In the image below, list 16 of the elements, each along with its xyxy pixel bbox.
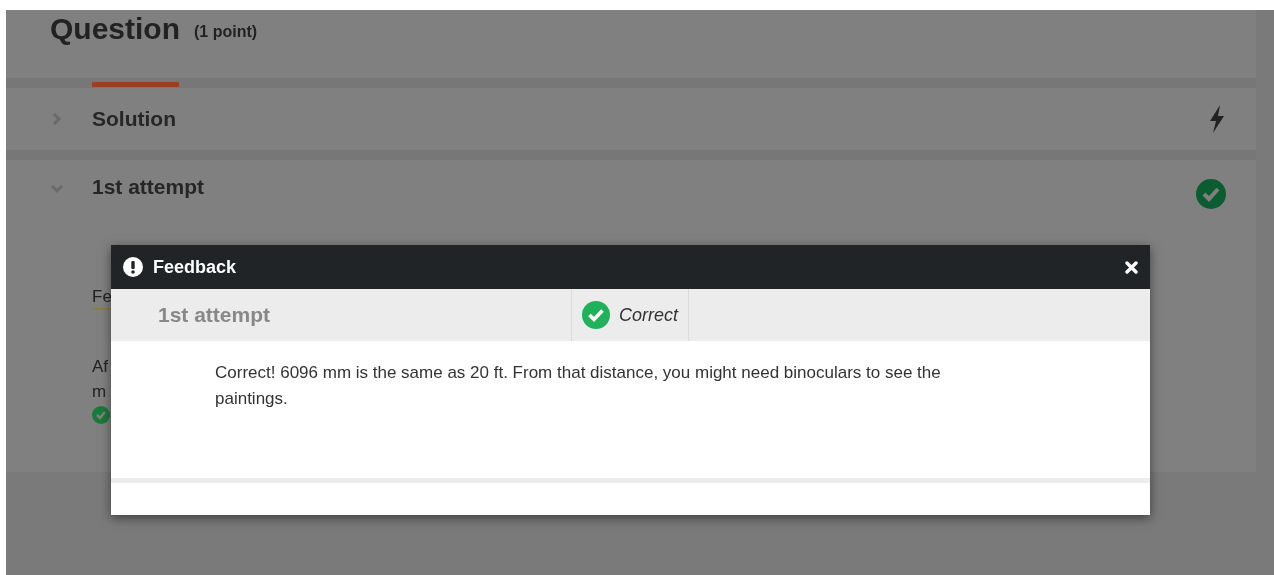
lightning-icon (1208, 105, 1226, 133)
section-title[interactable]: 1st attempt (92, 175, 205, 199)
answer-text: Af (92, 356, 110, 378)
attempt-label: 1st attempt (157, 302, 272, 328)
check-circle-icon (92, 406, 110, 424)
result-label: Correct (619, 304, 678, 326)
section-title[interactable]: Solution (92, 107, 176, 131)
exclamation-icon (123, 257, 143, 277)
question-title: Question (50, 12, 180, 46)
check-circle-icon (582, 301, 610, 329)
check-circle-icon (1196, 179, 1226, 209)
dialog-title: Feedback (153, 256, 237, 278)
answer-text: m (92, 381, 108, 403)
feedback-message: Correct! 6096 mm is the same as 20 ft. From that distance, you might need binoculars to see the paintings. (215, 362, 942, 410)
points-label: (1 point) (194, 22, 258, 42)
close-icon[interactable] (1125, 260, 1138, 274)
